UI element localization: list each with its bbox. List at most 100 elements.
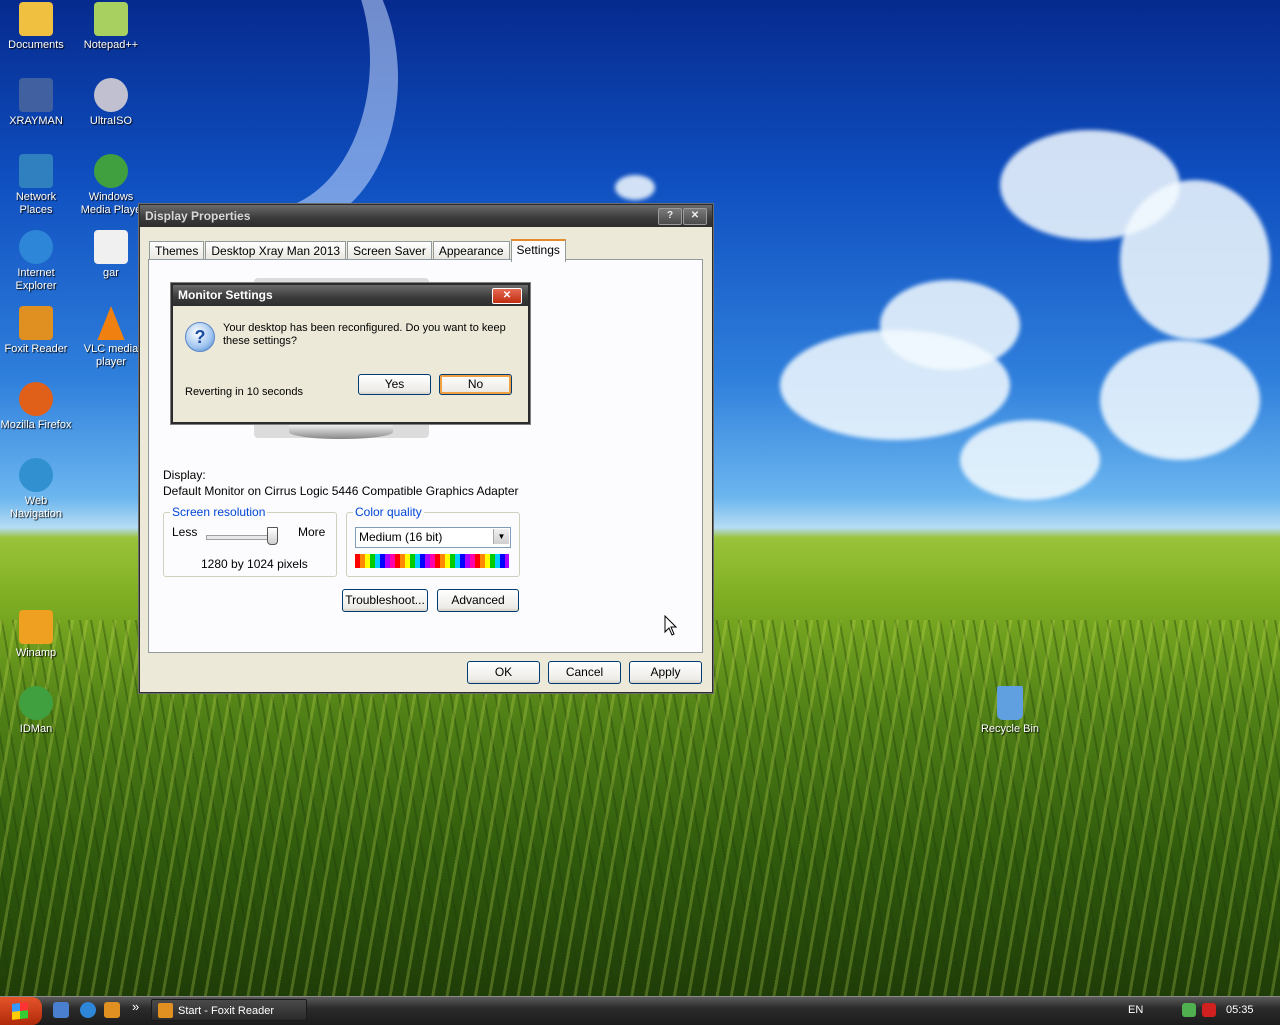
- tab-settings[interactable]: Settings: [510, 239, 566, 262]
- mouse-pointer-icon: [664, 615, 678, 636]
- taskbar-item-label: Start - Foxit Reader: [178, 1005, 274, 1017]
- desktop-icon-notepadpp[interactable]: Notepad++: [73, 2, 149, 52]
- resolution-slider-thumb[interactable]: [267, 527, 278, 545]
- advanced-button[interactable]: Advanced: [437, 589, 519, 612]
- dialog-title: Monitor Settings: [178, 288, 273, 302]
- icon-label: Internet Explorer: [15, 267, 57, 292]
- desktop: Documents Notepad++ XRAYMAN UltraISO Net…: [0, 0, 1280, 996]
- internet-explorer-icon[interactable]: [80, 1002, 96, 1018]
- color-quality-title: Color quality: [353, 505, 424, 519]
- no-button[interactable]: No: [439, 374, 512, 395]
- slider-more-label: More: [298, 525, 326, 539]
- foxit-icon: [19, 306, 53, 340]
- icon-label: Winamp: [15, 647, 57, 659]
- icon-label: Network Places: [15, 191, 57, 216]
- cloud-decoration: [1120, 180, 1270, 340]
- notepad-icon: [94, 2, 128, 36]
- display-properties-titlebar[interactable]: Display Properties ? ✕: [140, 205, 712, 227]
- monitor-stand: [289, 425, 393, 439]
- icon-label: VLC media player: [83, 343, 139, 368]
- tab-appearance[interactable]: Appearance: [432, 241, 510, 260]
- desktop-icon-ultraiso[interactable]: UltraISO: [73, 78, 149, 128]
- revert-countdown: Reverting in 10 seconds: [185, 386, 304, 398]
- cloud-decoration: [1100, 340, 1260, 460]
- yes-button[interactable]: Yes: [358, 374, 431, 395]
- troubleshoot-button[interactable]: Troubleshoot...: [342, 589, 428, 612]
- screen-resolution-group: Screen resolution Less More 1280 by 1024…: [163, 505, 337, 577]
- cloud-decoration: [960, 420, 1100, 500]
- clock[interactable]: 05:35: [1226, 1004, 1254, 1016]
- display-properties-window: Display Properties ? ✕ Themes Desktop Xr…: [139, 204, 713, 693]
- desktop-icon-media-player[interactable]: Windows Media Playe: [73, 154, 149, 217]
- windows-logo-icon: [12, 1002, 28, 1020]
- apply-button[interactable]: Apply: [629, 661, 702, 684]
- cancel-button[interactable]: Cancel: [548, 661, 621, 684]
- disc-icon: [94, 78, 128, 112]
- color-quality-value: Medium (16 bit): [359, 530, 443, 544]
- show-desktop-icon[interactable]: [53, 1002, 69, 1018]
- tab-strip: Themes Desktop Xray Man 2013 Screen Save…: [149, 239, 567, 262]
- icon-label: gar: [103, 267, 119, 279]
- recycle-bin-icon: [997, 686, 1023, 720]
- monitor-settings-dialog: Monitor Settings ✕ ? Your desktop has be…: [171, 283, 530, 424]
- help-button[interactable]: ?: [658, 208, 682, 225]
- firefox-icon: [19, 382, 53, 416]
- desktop-icon-internet-explorer[interactable]: Internet Explorer: [0, 230, 74, 293]
- globe-icon: [19, 458, 53, 492]
- color-spectrum-bar: [355, 554, 509, 568]
- close-button[interactable]: ✕: [683, 208, 707, 225]
- display-adapter-value: Default Monitor on Cirrus Logic 5446 Com…: [163, 484, 519, 498]
- network-icon: [19, 154, 53, 188]
- desktop-icon-web-navigation[interactable]: Web Navigation: [0, 458, 74, 521]
- desktop-icon-recycle-bin[interactable]: Recycle Bin: [972, 686, 1048, 736]
- slider-less-label: Less: [172, 525, 198, 539]
- monitor-settings-titlebar[interactable]: Monitor Settings ✕: [173, 285, 528, 306]
- desktop-icon-vlc[interactable]: VLC media player: [73, 306, 149, 369]
- quick-launch-chevron[interactable]: »: [132, 999, 139, 1014]
- icon-label: Mozilla Firefox: [0, 419, 72, 431]
- desktop-icon-gar[interactable]: gar: [73, 230, 149, 280]
- security-shield-icon[interactable]: [1202, 1003, 1216, 1017]
- foxit-icon[interactable]: [104, 1002, 120, 1018]
- language-indicator[interactable]: EN: [1128, 1004, 1143, 1016]
- start-button[interactable]: [0, 997, 42, 1025]
- desktop-icon-idman[interactable]: IDMan: [0, 686, 74, 736]
- vlc-cone-icon: [97, 306, 125, 340]
- screen-resolution-title: Screen resolution: [170, 505, 268, 519]
- ok-button[interactable]: OK: [467, 661, 540, 684]
- window-title: Display Properties: [145, 209, 251, 223]
- color-quality-select[interactable]: Medium (16 bit) ▼: [355, 527, 511, 548]
- icon-label: Recycle Bin: [980, 723, 1040, 735]
- chevron-down-icon[interactable]: ▼: [493, 529, 509, 544]
- folder-icon: [19, 2, 53, 36]
- tab-desktop[interactable]: Desktop Xray Man 2013: [205, 241, 347, 260]
- desktop-icon-network-places[interactable]: Network Places: [0, 154, 74, 217]
- desktop-icon-firefox[interactable]: Mozilla Firefox: [0, 382, 74, 432]
- desktop-icon-xrayman[interactable]: XRAYMAN: [0, 78, 74, 128]
- desktop-icon-documents[interactable]: Documents: [0, 2, 74, 52]
- question-icon: ?: [185, 322, 215, 352]
- close-button[interactable]: ✕: [492, 288, 522, 304]
- icon-label: Notepad++: [83, 39, 139, 51]
- taskbar-item-foxit-reader[interactable]: Start - Foxit Reader: [151, 999, 307, 1021]
- winamp-icon: [19, 610, 53, 644]
- icon-label: Documents: [8, 39, 64, 51]
- color-quality-group: Color quality Medium (16 bit) ▼: [346, 505, 520, 577]
- tab-screen-saver[interactable]: Screen Saver: [347, 241, 432, 260]
- resolution-value: 1280 by 1024 pixels: [201, 557, 308, 571]
- cloud-decoration: [615, 175, 655, 200]
- display-label: Display:: [163, 468, 206, 482]
- tab-themes[interactable]: Themes: [149, 241, 205, 260]
- taskbar: » Start - Foxit Reader EN 05:35: [0, 996, 1280, 1025]
- foxit-icon: [158, 1003, 173, 1018]
- network-tray-icon[interactable]: [1182, 1003, 1196, 1017]
- icon-label: IDMan: [19, 723, 53, 735]
- desktop-icon-winamp[interactable]: Winamp: [0, 610, 74, 660]
- computer-icon: [19, 78, 53, 112]
- download-manager-icon: [19, 686, 53, 720]
- moon-decoration: [160, 0, 370, 210]
- media-player-icon: [94, 154, 128, 188]
- desktop-icon-foxit-reader[interactable]: Foxit Reader: [0, 306, 74, 356]
- icon-label: XRAYMAN: [9, 115, 63, 127]
- icon-label: UltraISO: [89, 115, 133, 127]
